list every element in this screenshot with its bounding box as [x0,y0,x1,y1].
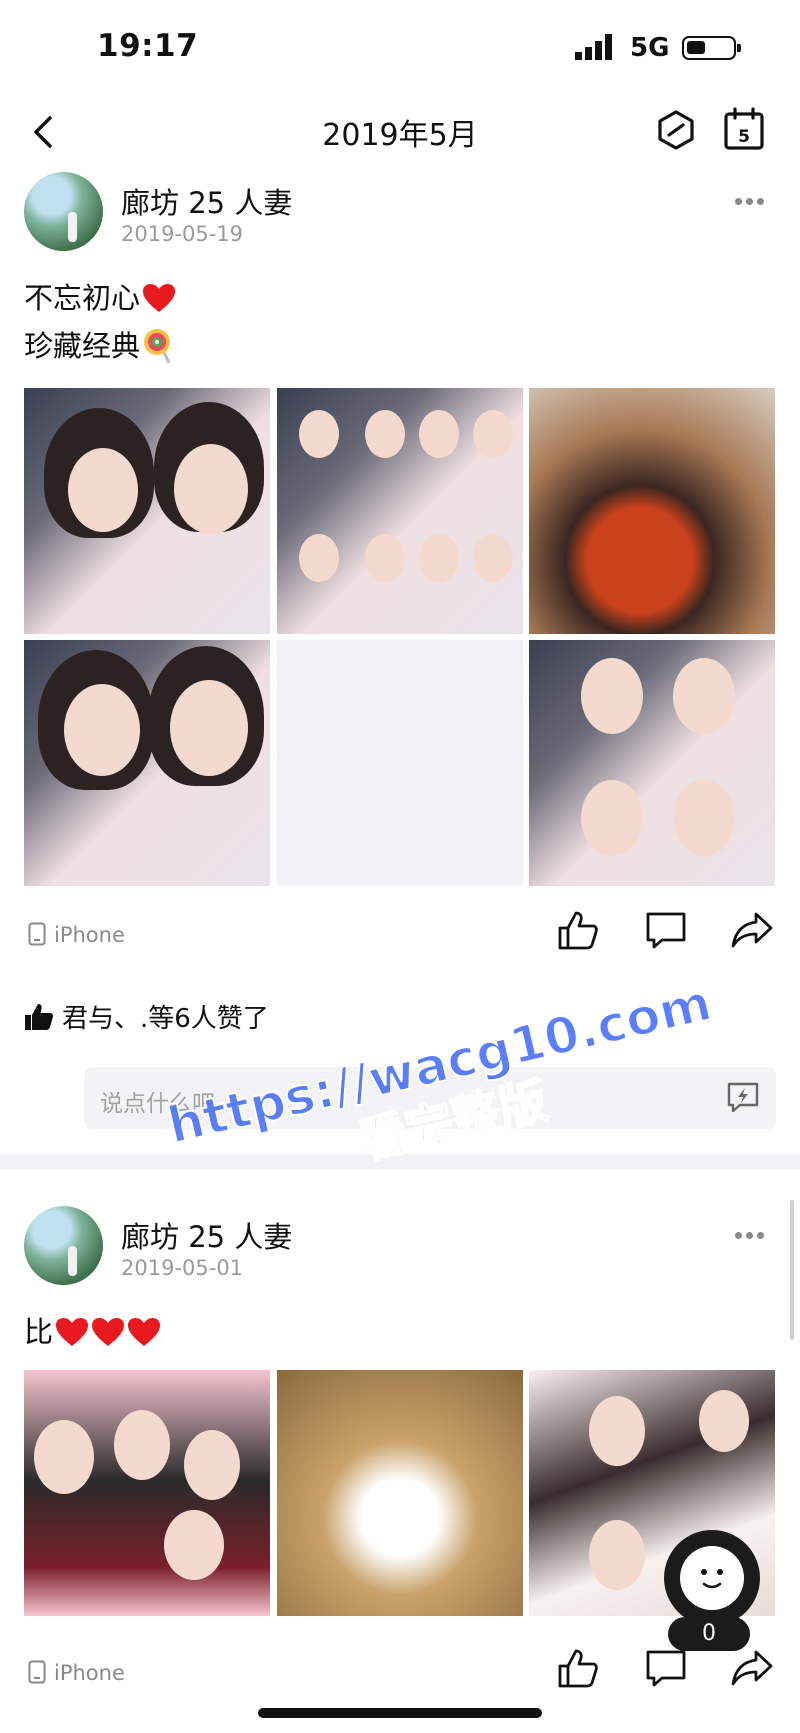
battery-icon [682,36,741,60]
more-icon[interactable] [735,190,771,205]
like-filled-icon [25,1004,54,1030]
device-label: iPhone [28,922,125,947]
likes-text: 君与、.等6人赞了 [62,1004,269,1034]
post-date: 2019-05-19 [121,222,244,246]
post-username[interactable]: 廊坊 25 人妻 [121,1214,292,1256]
comment-input[interactable]: 说点什么吧... [84,1067,776,1129]
comment-placeholder: 说点什么吧... [100,1091,237,1117]
share-icon[interactable] [730,908,774,952]
photo-thumbnail[interactable] [24,388,270,634]
post-text: 不忘初心 珍藏经典 [24,274,176,370]
post-text-line: 比 [24,1315,54,1349]
scrollbar[interactable] [790,1200,794,1340]
device-name: iPhone [54,923,125,947]
status-bar: 19:17 5G [0,0,800,92]
network-label: 5G [630,33,670,63]
heart-emoji [92,1318,125,1346]
phone-icon [28,922,46,946]
more-icon[interactable] [735,1224,771,1239]
comment-icon[interactable] [644,908,688,952]
heart-emoji [128,1318,161,1346]
share-icon[interactable] [730,1646,774,1690]
feed[interactable]: 廊坊 25 人妻 2019-05-19 不忘初心 珍藏经典 iPhone 君与、… [0,172,800,1733]
post-date: 2019-05-01 [121,1256,244,1280]
photo-thumbnail[interactable] [277,640,523,886]
photo-thumbnail[interactable] [24,640,270,886]
nav-bar: 2019年5月 5 [0,92,800,172]
avatar[interactable] [24,1206,103,1285]
device-name: iPhone [54,1661,125,1685]
post-text-line: 珍藏经典 [24,329,141,363]
lollipop-emoji [144,329,171,364]
likes-summary[interactable]: 君与、.等6人赞了 [24,998,269,1035]
floating-count[interactable]: 0 [668,1617,750,1651]
hexagon-icon[interactable] [654,108,698,152]
flash-icon[interactable] [726,1081,760,1113]
heart-emoji [143,284,176,312]
floating-button[interactable] [664,1530,760,1626]
post-username[interactable]: 廊坊 25 人妻 [121,180,292,222]
signal-icon [575,34,612,60]
calendar-icon[interactable]: 5 [722,106,766,152]
like-icon[interactable] [556,908,600,952]
phone-icon [28,1660,46,1684]
home-indicator[interactable] [258,1708,542,1718]
device-label: iPhone [28,1660,125,1685]
comment-icon[interactable] [644,1646,688,1690]
post-text-line: 不忘初心 [24,281,141,315]
heart-emoji [56,1318,89,1346]
post-text: 比 [24,1308,161,1356]
photo-thumbnail[interactable] [277,1370,523,1616]
post-separator [0,1154,800,1170]
photo-thumbnail[interactable] [24,1370,270,1616]
photo-thumbnail[interactable] [277,388,523,634]
like-icon[interactable] [556,1646,600,1690]
svg-text:5: 5 [738,127,750,147]
status-time: 19:17 [97,28,199,64]
smiley-icon [680,1546,744,1610]
photo-thumbnail[interactable] [529,388,775,634]
avatar[interactable] [24,172,103,251]
photo-thumbnail[interactable] [529,640,775,886]
